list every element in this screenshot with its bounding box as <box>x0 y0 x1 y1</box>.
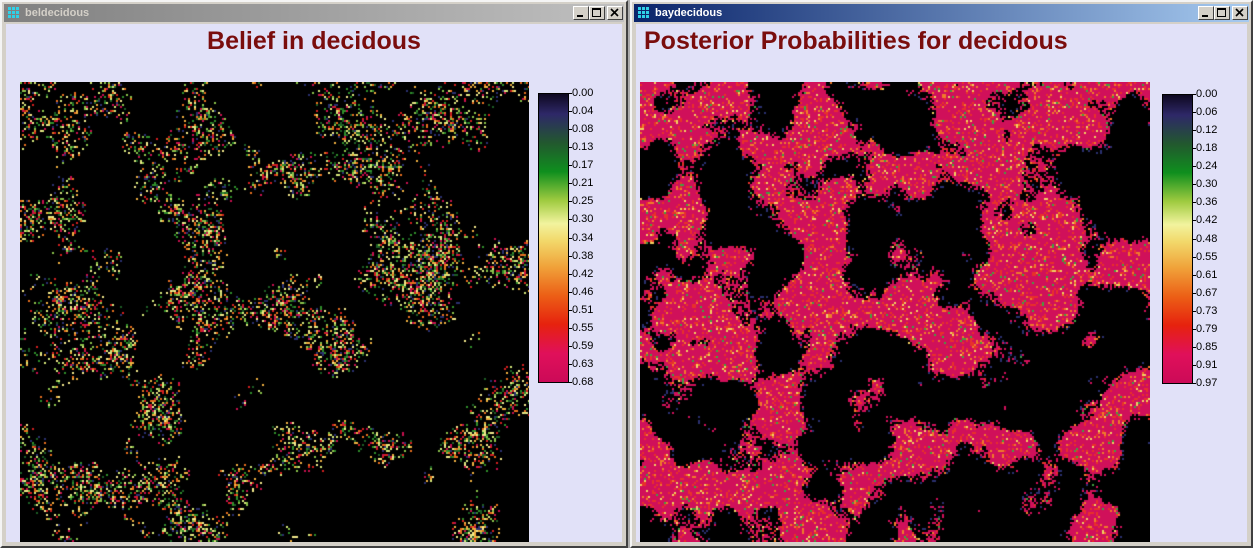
legend-labels: 0.00 0.04 0.08 0.13 0.17 0.21 0.25 0.30 … <box>568 87 612 388</box>
legend-tick: 0.18 <box>1192 142 1218 155</box>
grid-app-icon <box>8 7 19 18</box>
legend-tick: 0.55 <box>1192 250 1218 263</box>
window-beldecidous[interactable]: beldecidous Belief in decidous 0.00 0.04… <box>0 0 628 548</box>
minimize-button[interactable] <box>573 6 589 20</box>
legend-tick: 0.51 <box>568 303 594 316</box>
legend-tick: 0.34 <box>568 231 594 244</box>
maximize-icon <box>1217 8 1226 17</box>
color-legend-bar <box>538 93 569 383</box>
legend-tick: 0.68 <box>568 376 594 388</box>
close-button[interactable] <box>1232 6 1248 20</box>
legend-tick: 0.21 <box>568 177 594 190</box>
maximize-icon <box>592 8 601 17</box>
close-icon <box>1235 8 1244 17</box>
legend-tick: 0.30 <box>1192 178 1218 191</box>
legend-tick: 0.42 <box>1192 214 1218 227</box>
legend-tick: 0.46 <box>568 285 594 298</box>
title-bar[interactable]: baydecidous <box>634 4 1249 22</box>
legend-tick: 0.00 <box>1192 88 1218 100</box>
legend-tick: 0.13 <box>568 141 594 154</box>
legend-tick: 0.79 <box>1192 322 1218 335</box>
legend-tick: 0.61 <box>1192 268 1218 281</box>
raster-map <box>20 82 529 542</box>
close-button[interactable] <box>607 6 623 20</box>
minimize-button[interactable] <box>1198 6 1214 20</box>
title-bar[interactable]: beldecidous <box>4 4 624 22</box>
window-baydecidous[interactable]: baydecidous Posterior Probabilities for … <box>630 0 1253 548</box>
legend-tick: 0.12 <box>1192 124 1218 137</box>
legend-tick: 0.30 <box>568 213 594 226</box>
minimize-icon <box>1202 15 1208 17</box>
color-legend-bar <box>1162 94 1193 384</box>
legend-tick: 0.24 <box>1192 160 1218 173</box>
legend-labels: 0.00 0.06 0.12 0.18 0.24 0.30 0.36 0.42 … <box>1192 88 1236 389</box>
legend-tick: 0.63 <box>568 357 594 370</box>
legend-tick: 0.38 <box>568 249 594 262</box>
legend-tick: 0.59 <box>568 339 594 352</box>
close-icon <box>610 8 619 17</box>
legend-tick: 0.25 <box>568 195 594 208</box>
legend-tick: 0.85 <box>1192 340 1218 353</box>
legend-tick: 0.42 <box>568 267 594 280</box>
plot-title: Posterior Probabilities for decidous <box>644 27 1068 55</box>
minimize-icon <box>577 15 583 17</box>
raster-map <box>640 82 1150 542</box>
plot-area: Belief in decidous 0.00 0.04 0.08 0.13 0… <box>6 24 622 542</box>
maximize-button[interactable] <box>1214 6 1230 20</box>
legend-tick: 0.55 <box>568 321 594 334</box>
window-title: baydecidous <box>655 7 723 19</box>
legend-tick: 0.36 <box>1192 196 1218 209</box>
maximize-button[interactable] <box>589 6 605 20</box>
legend-tick: 0.67 <box>1192 286 1218 299</box>
legend-tick: 0.91 <box>1192 358 1218 371</box>
legend-tick: 0.08 <box>568 123 594 136</box>
legend-tick: 0.73 <box>1192 304 1218 317</box>
legend-tick: 0.00 <box>568 87 594 99</box>
legend-tick: 0.48 <box>1192 232 1218 245</box>
plot-area: Posterior Probabilities for decidous 0.0… <box>636 24 1247 542</box>
window-title: beldecidous <box>25 7 90 19</box>
legend-tick: 0.06 <box>1192 106 1218 119</box>
legend-tick: 0.04 <box>568 105 594 118</box>
legend-tick: 0.17 <box>568 159 594 172</box>
grid-app-icon <box>638 7 649 18</box>
plot-title: Belief in decidous <box>207 27 421 55</box>
legend-tick: 0.97 <box>1192 377 1218 389</box>
